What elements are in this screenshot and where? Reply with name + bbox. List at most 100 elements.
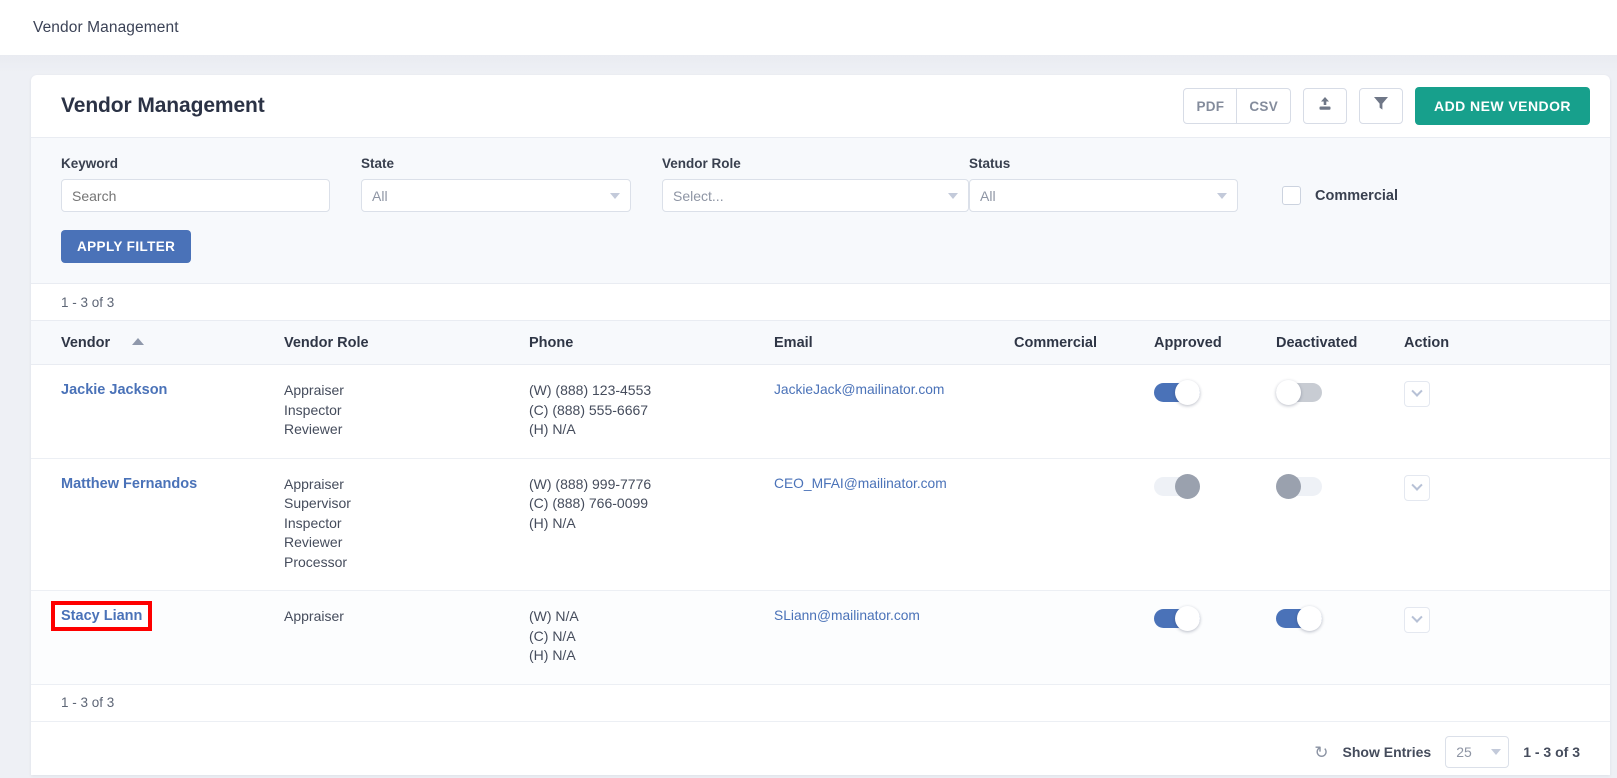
cell-action bbox=[1396, 458, 1610, 591]
page-title: Vendor Management bbox=[61, 94, 265, 117]
vendor-name-link[interactable]: Jackie Jackson bbox=[61, 382, 167, 398]
vendor-name-link[interactable]: Matthew Fernandos bbox=[61, 476, 197, 492]
search-input[interactable] bbox=[61, 179, 330, 212]
results-count-top: 1 - 3 of 3 bbox=[31, 284, 1610, 320]
funnel-icon bbox=[1373, 96, 1389, 116]
show-entries-label: Show Entries bbox=[1342, 744, 1432, 760]
toggle-knob bbox=[1175, 473, 1200, 499]
apply-filter-button[interactable]: APPLY FILTER bbox=[61, 230, 192, 263]
cell-vendor-role: Appraiser Inspector Reviewer bbox=[276, 364, 521, 459]
upload-icon bbox=[1317, 96, 1333, 117]
table-row: Stacy Liann Appraiser (W) N/A (C) N/A (H… bbox=[31, 590, 1610, 685]
add-new-vendor-button[interactable]: ADD NEW VENDOR bbox=[1415, 87, 1590, 125]
role-item: Inspector bbox=[284, 514, 342, 531]
role-list: Appraiser bbox=[284, 607, 513, 627]
email-link[interactable]: CEO_MFAI@mailinator.com bbox=[774, 476, 947, 491]
filter-vendor-role: Vendor Role Select... bbox=[662, 156, 969, 212]
status-label: Status bbox=[969, 156, 1011, 171]
sort-ascending-icon bbox=[132, 337, 145, 345]
toggle-knob bbox=[1276, 473, 1301, 499]
column-header-approved[interactable]: Approved bbox=[1146, 320, 1268, 365]
email-link[interactable]: JackieJack@mailinator.com bbox=[774, 382, 944, 397]
phone-home: (H) N/A bbox=[529, 514, 576, 531]
approved-toggle[interactable] bbox=[1154, 606, 1200, 631]
cell-approved bbox=[1146, 458, 1268, 591]
chevron-down-icon bbox=[610, 192, 620, 199]
state-label: State bbox=[361, 156, 395, 171]
filter-status: Status All bbox=[969, 156, 1238, 212]
row-action-menu-button[interactable] bbox=[1404, 381, 1430, 407]
filter-commercial: Commercial bbox=[1282, 156, 1398, 205]
phone-work: (W) (888) 123-4553 bbox=[529, 382, 652, 398]
refresh-icon[interactable]: ↻ bbox=[1314, 744, 1328, 761]
pagination-range: 1 - 3 of 3 bbox=[1523, 744, 1580, 760]
cell-vendor: Stacy Liann bbox=[31, 590, 276, 685]
cell-vendor-role: Appraiser Supervisor Inspector Reviewer … bbox=[276, 458, 521, 591]
cell-email: JackieJack@mailinator.com bbox=[766, 364, 1006, 459]
keyword-label: Keyword bbox=[61, 156, 119, 171]
row-action-menu-button[interactable] bbox=[1404, 474, 1430, 501]
cell-deactivated bbox=[1268, 458, 1396, 591]
commercial-checkbox[interactable] bbox=[1282, 186, 1301, 205]
approved-toggle[interactable] bbox=[1154, 380, 1200, 405]
state-select-value: All bbox=[372, 187, 388, 204]
phone-cell: (C) N/A bbox=[529, 627, 576, 644]
table-head: Vendor Vendor Role Phone Email Commercia… bbox=[31, 320, 1610, 365]
role-list: Appraiser Inspector Reviewer bbox=[284, 381, 513, 440]
export-button-group: PDF CSV bbox=[1183, 88, 1292, 124]
approved-toggle[interactable] bbox=[1154, 473, 1200, 499]
entries-per-page-select[interactable]: 25 bbox=[1445, 736, 1510, 768]
upload-button[interactable] bbox=[1303, 88, 1348, 124]
role-item: Inspector bbox=[284, 401, 342, 418]
cell-commercial bbox=[1006, 590, 1146, 685]
phone-list: (W) (888) 999-7776 (C) (888) 766-0099 (H… bbox=[529, 475, 758, 534]
breadcrumb: Vendor Management bbox=[33, 18, 179, 36]
column-header-vendor-role[interactable]: Vendor Role bbox=[276, 320, 521, 365]
state-select[interactable]: All bbox=[361, 179, 631, 212]
column-header-commercial[interactable]: Commercial bbox=[1006, 320, 1146, 365]
results-count-bottom: 1 - 3 of 3 bbox=[31, 684, 1610, 721]
cell-vendor: Jackie Jackson bbox=[31, 364, 276, 459]
breadcrumb-bar: Vendor Management bbox=[0, 0, 1617, 55]
vendor-role-select[interactable]: Select... bbox=[662, 179, 969, 212]
phone-home: (H) N/A bbox=[529, 647, 576, 663]
commercial-label: Commercial bbox=[1315, 187, 1399, 204]
cell-vendor-role: Appraiser bbox=[276, 590, 521, 685]
cell-commercial bbox=[1006, 364, 1146, 459]
vendor-table: Vendor Vendor Role Phone Email Commercia… bbox=[31, 320, 1610, 685]
export-csv-button[interactable]: CSV bbox=[1237, 88, 1292, 124]
status-select-value: All bbox=[980, 187, 996, 204]
table-footer: ↻ Show Entries 25 1 - 3 of 3 bbox=[31, 720, 1610, 775]
export-pdf-button[interactable]: PDF bbox=[1183, 88, 1238, 124]
column-header-deactivated[interactable]: Deactivated bbox=[1268, 320, 1396, 365]
status-select[interactable]: All bbox=[969, 179, 1238, 212]
deactivated-toggle[interactable] bbox=[1276, 473, 1322, 499]
cell-vendor: Matthew Fernandos bbox=[31, 458, 276, 591]
cell-commercial bbox=[1006, 458, 1146, 591]
header-actions: PDF CSV ADD NEW VENDOR bbox=[1183, 87, 1590, 125]
table-row: Matthew Fernandos Appraiser Supervisor I… bbox=[31, 458, 1610, 591]
cell-deactivated bbox=[1268, 590, 1396, 685]
deactivated-toggle[interactable] bbox=[1276, 606, 1322, 631]
toggle-knob bbox=[1175, 380, 1200, 405]
cell-action bbox=[1396, 590, 1610, 685]
column-header-email[interactable]: Email bbox=[766, 320, 1006, 365]
column-header-phone[interactable]: Phone bbox=[521, 320, 766, 365]
deactivated-toggle[interactable] bbox=[1276, 380, 1322, 405]
row-action-menu-button[interactable] bbox=[1404, 607, 1430, 633]
card-header: Vendor Management PDF CSV ADD NEW VENDOR bbox=[31, 75, 1610, 138]
email-link[interactable]: SLiann@mailinator.com bbox=[774, 608, 920, 623]
phone-list: (W) N/A (C) N/A (H) N/A bbox=[529, 607, 758, 666]
vendor-role-select-value: Select... bbox=[673, 187, 724, 204]
toggle-knob bbox=[1175, 606, 1200, 631]
filter-panel: Keyword State All Vendor Role Select... bbox=[31, 138, 1610, 284]
column-header-action: Action bbox=[1396, 320, 1610, 365]
chevron-down-icon bbox=[1491, 749, 1502, 755]
phone-home: (H) N/A bbox=[529, 421, 576, 437]
role-item: Reviewer bbox=[284, 421, 343, 437]
filter-button[interactable] bbox=[1359, 88, 1404, 124]
vendor-name-link[interactable]: Stacy Liann bbox=[50, 601, 153, 631]
cell-phone: (W) (888) 999-7776 (C) (888) 766-0099 (H… bbox=[521, 458, 766, 591]
filter-state: State All bbox=[361, 156, 631, 212]
column-header-vendor[interactable]: Vendor bbox=[31, 320, 276, 365]
